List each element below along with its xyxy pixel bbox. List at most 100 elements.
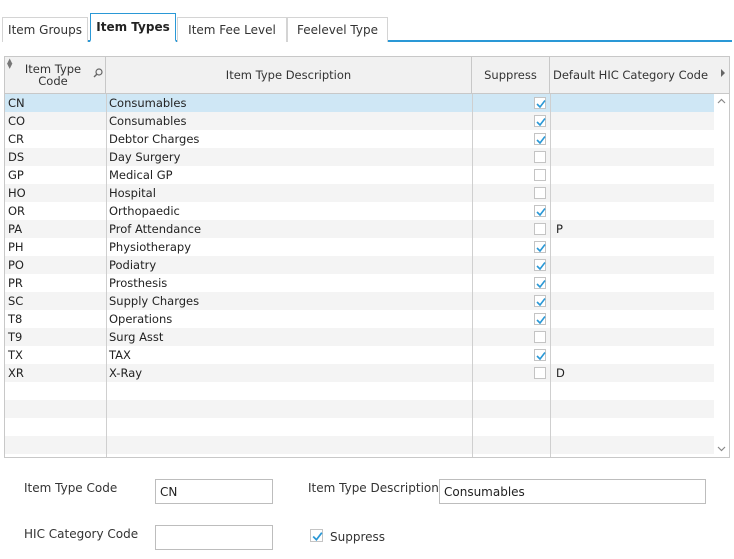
table-row[interactable]: CN Consumables bbox=[5, 94, 714, 112]
table-row[interactable]: PO Podiatry bbox=[5, 256, 714, 274]
suppress-checkbox-cell[interactable] bbox=[534, 241, 546, 253]
cell-description: Consumables bbox=[109, 114, 187, 128]
cell-hic-code bbox=[550, 310, 714, 328]
cell-description: Physiotherapy bbox=[109, 240, 192, 254]
cell-hic-code bbox=[550, 202, 714, 220]
cell-hic-code bbox=[550, 238, 714, 256]
chevron-right-icon[interactable] bbox=[721, 69, 725, 77]
table-row[interactable]: T9 Surg Asst bbox=[5, 328, 714, 346]
suppress-checkbox-cell[interactable] bbox=[534, 169, 546, 181]
table-row[interactable]: SC Supply Charges bbox=[5, 292, 714, 310]
cell-hic-code bbox=[550, 148, 714, 166]
table-row[interactable]: CR Debtor Charges bbox=[5, 130, 714, 148]
empty-table-row bbox=[5, 436, 714, 454]
cell-hic-code bbox=[550, 292, 714, 310]
cell-hic-code bbox=[550, 328, 714, 346]
suppress-checkbox-cell[interactable] bbox=[534, 115, 546, 127]
suppress-checkbox[interactable] bbox=[310, 529, 323, 542]
column-header-suppress[interactable]: Suppress bbox=[472, 57, 550, 93]
suppress-checkbox-cell[interactable] bbox=[534, 277, 546, 289]
suppress-checkbox-cell[interactable] bbox=[534, 349, 546, 361]
grid-header: ▲ ▼ Item Type Code Item Type Description … bbox=[5, 57, 729, 94]
column-header-suppress-label: Suppress bbox=[484, 68, 537, 82]
column-divider bbox=[472, 94, 473, 457]
checkmark-icon bbox=[536, 280, 546, 289]
cell-code: PO bbox=[8, 258, 24, 272]
chevron-up-icon[interactable] bbox=[717, 98, 726, 104]
checkmark-icon bbox=[536, 262, 546, 271]
table-row[interactable]: CO Consumables bbox=[5, 112, 714, 130]
table-row[interactable]: PA Prof Attendance P bbox=[5, 220, 714, 238]
cell-code: T9 bbox=[8, 330, 23, 344]
table-row[interactable]: OR Orthopaedic bbox=[5, 202, 714, 220]
table-row[interactable]: XR X-Ray D bbox=[5, 364, 714, 382]
item-type-code-input[interactable] bbox=[155, 479, 273, 504]
suppress-checkbox-cell[interactable] bbox=[534, 313, 546, 325]
suppress-checkbox-cell[interactable] bbox=[534, 223, 546, 235]
column-header-hic[interactable]: Default HIC Category Code bbox=[550, 57, 729, 93]
column-header-code[interactable]: ▲ ▼ Item Type Code bbox=[5, 57, 106, 93]
item-type-description-input[interactable] bbox=[439, 479, 706, 504]
table-row[interactable]: TX TAX bbox=[5, 346, 714, 364]
hic-category-code-input[interactable] bbox=[155, 525, 273, 550]
tab-item-groups[interactable]: Item Groups bbox=[2, 17, 88, 42]
cell-description: Prof Attendance bbox=[109, 222, 202, 236]
table-row[interactable]: GP Medical GP bbox=[5, 166, 714, 184]
empty-table-row bbox=[5, 418, 714, 436]
table-row[interactable]: T8 Operations bbox=[5, 310, 714, 328]
suppress-checkbox-cell[interactable] bbox=[534, 367, 546, 379]
suppress-checkbox-cell[interactable] bbox=[534, 259, 546, 271]
checkmark-icon bbox=[536, 298, 546, 307]
cell-code: XR bbox=[8, 366, 24, 380]
cell-code: GP bbox=[8, 168, 24, 182]
cell-code: CR bbox=[8, 132, 25, 146]
table-row[interactable]: HO Hospital bbox=[5, 184, 714, 202]
cell-hic-code bbox=[550, 112, 714, 130]
suppress-checkbox-cell[interactable] bbox=[534, 187, 546, 199]
cell-hic-code bbox=[550, 346, 714, 364]
suppress-checkbox-cell[interactable] bbox=[534, 97, 546, 109]
cell-hic-code bbox=[550, 274, 714, 292]
cell-description: Orthopaedic bbox=[109, 204, 180, 218]
cell-code: T8 bbox=[8, 312, 23, 326]
table-row[interactable]: PH Physiotherapy bbox=[5, 238, 714, 256]
suppress-checkbox-cell[interactable] bbox=[534, 205, 546, 217]
column-header-code-label: Item Type Code bbox=[24, 62, 82, 88]
cell-description: Medical GP bbox=[109, 168, 173, 182]
suppress-label: Suppress bbox=[330, 530, 386, 544]
cell-hic-code bbox=[550, 184, 714, 202]
cell-code: CN bbox=[8, 96, 25, 110]
empty-table-row bbox=[5, 382, 714, 400]
checkmark-icon bbox=[536, 244, 546, 253]
cell-code: PH bbox=[8, 240, 24, 254]
tab-item-fee-level[interactable]: Item Fee Level bbox=[177, 17, 287, 42]
cell-description: Consumables bbox=[109, 96, 187, 110]
item-type-code-label: Item Type Code bbox=[24, 481, 118, 495]
cell-hic-code: D bbox=[556, 366, 565, 380]
item-type-description-label: Item Type Description bbox=[308, 481, 439, 495]
tab-bar: Item Groups Item Types Item Fee Level Fe… bbox=[2, 13, 732, 42]
cell-description: Operations bbox=[109, 312, 173, 326]
column-header-description[interactable]: Item Type Description bbox=[106, 57, 472, 93]
suppress-checkbox-cell[interactable] bbox=[534, 151, 546, 163]
cell-code: PA bbox=[8, 222, 23, 236]
checkmark-icon bbox=[536, 118, 546, 127]
suppress-checkbox-cell[interactable] bbox=[534, 133, 546, 145]
suppress-checkbox-cell[interactable] bbox=[534, 331, 546, 343]
empty-table-row bbox=[5, 400, 714, 418]
search-icon[interactable] bbox=[93, 68, 103, 80]
chevron-down-icon[interactable] bbox=[717, 446, 726, 452]
cell-description: TAX bbox=[109, 348, 131, 362]
checkmark-icon bbox=[536, 208, 546, 217]
tab-item-types[interactable]: Item Types bbox=[90, 13, 176, 42]
cell-code: DS bbox=[8, 150, 25, 164]
table-row[interactable]: DS Day Surgery bbox=[5, 148, 714, 166]
sort-arrows-icon[interactable]: ▲ ▼ bbox=[7, 58, 12, 70]
cell-hic-code: P bbox=[556, 222, 563, 236]
table-row[interactable]: PR Prosthesis bbox=[5, 274, 714, 292]
vertical-scrollbar[interactable] bbox=[714, 94, 729, 457]
suppress-checkbox-cell[interactable] bbox=[534, 295, 546, 307]
tab-feelevel-type[interactable]: Feelevel Type bbox=[287, 17, 388, 42]
cell-description: Surg Asst bbox=[109, 330, 164, 344]
cell-code: SC bbox=[8, 294, 24, 308]
